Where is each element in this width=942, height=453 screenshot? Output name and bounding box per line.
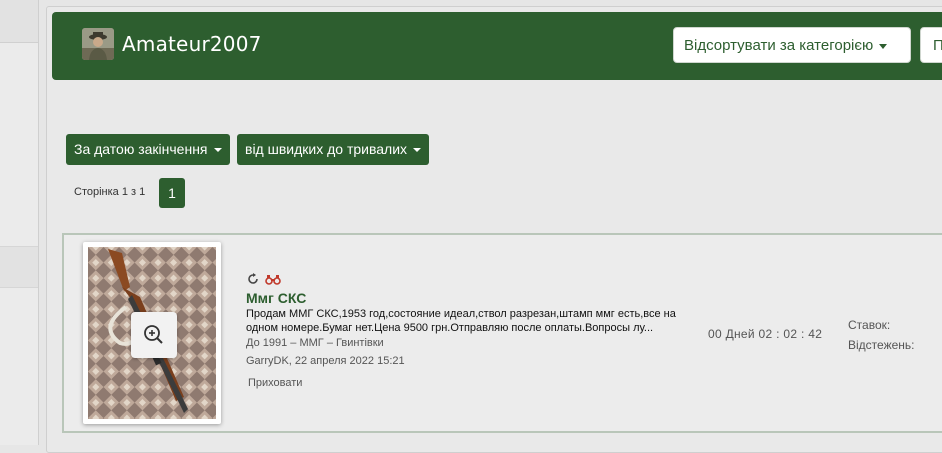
bids-label: Ставок: — [848, 318, 891, 332]
chevron-down-icon — [213, 148, 222, 153]
left-sidebar — [0, 0, 39, 445]
chevron-down-icon — [879, 43, 888, 49]
binoculars-icon[interactable] — [265, 273, 282, 285]
profile-header: Amateur2007 Відсортувати за категорією П — [52, 12, 942, 80]
pager-label: Сторінка 1 з 1 — [74, 186, 146, 198]
listing-status-icons — [247, 273, 282, 287]
hide-listing-link[interactable]: Приховати — [248, 377, 302, 389]
sort-by-category-button[interactable]: Відсортувати за категорією — [673, 27, 911, 63]
listing-meta: До 1991 – ММГ – Гвинтівки — [246, 337, 384, 349]
avatar[interactable] — [82, 28, 114, 60]
sort-by-category-label: Відсортувати за категорією — [684, 37, 874, 54]
listing-subcategory[interactable]: Гвинтівки — [336, 337, 384, 349]
sort-by-duration-button[interactable]: від швидких до тривалих — [237, 134, 430, 165]
listing-description: Продам ММГ СКС,1953 год,состояние идеал,… — [246, 308, 676, 334]
time-remaining: 00 Дней 02 : 02 : 42 — [708, 327, 823, 341]
header-secondary-button[interactable]: П — [920, 27, 942, 63]
sort-by-end-date-button[interactable]: За датою закінчення — [66, 134, 230, 165]
listing-title[interactable]: Ммг СКС — [246, 290, 306, 306]
left-sidebar-top-band — [0, 0, 38, 43]
meta-separator: – — [326, 337, 333, 349]
refresh-icon — [248, 273, 258, 284]
chevron-down-icon — [413, 148, 422, 153]
watchers-label: Відстежень: — [848, 338, 915, 352]
sort-by-duration-label: від швидких до тривалих — [245, 141, 408, 157]
meta-separator: – — [290, 337, 297, 349]
listing-category[interactable]: ММГ — [299, 337, 323, 349]
listing-price-range[interactable]: До 1991 — [246, 337, 287, 349]
sort-by-end-date-label: За датою закінчення — [74, 141, 208, 157]
zoom-in-icon — [144, 325, 163, 344]
header-secondary-label: П — [933, 37, 942, 54]
left-sidebar-selected-band[interactable] — [0, 246, 38, 288]
username: Amateur2007 — [122, 32, 262, 56]
page-1-button[interactable]: 1 — [159, 178, 185, 208]
zoom-in-button[interactable] — [131, 312, 177, 358]
listing-seller-date: GarryDK, 22 апреля 2022 15:21 — [246, 355, 405, 367]
